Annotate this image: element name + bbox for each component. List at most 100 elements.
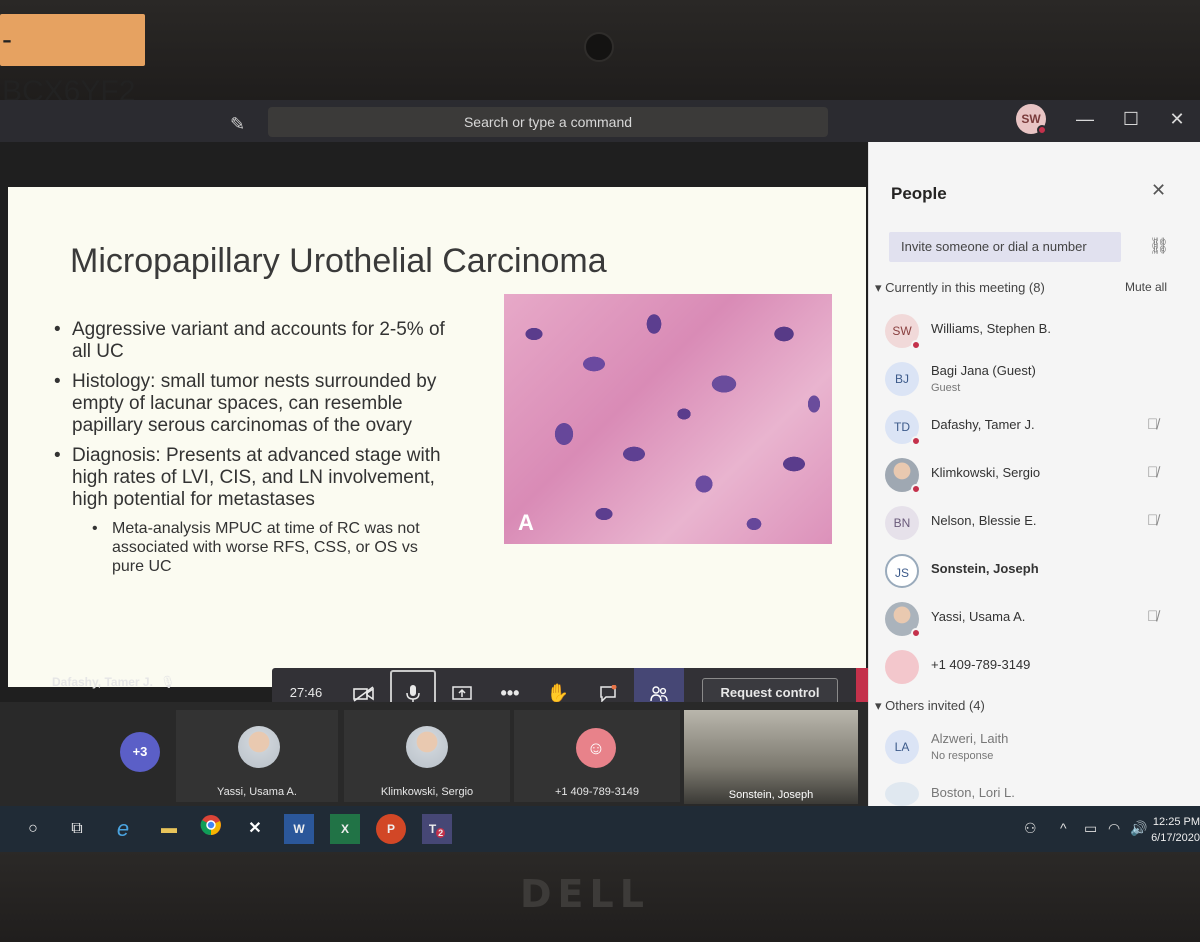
participant-name: +1 409-789-3149	[931, 657, 1031, 672]
battery-icon[interactable]: ▭	[1084, 820, 1097, 837]
others-section-header[interactable]: ▾ Others invited (4)	[875, 698, 985, 714]
presence-busy-icon	[911, 436, 921, 446]
participant-gallery: +3 Yassi, Usama A. Klimkowski, Sergio ☺ …	[0, 702, 868, 806]
volume-icon[interactable]: 🔊	[1130, 820, 1147, 837]
participant-avatar: LA	[885, 730, 919, 764]
slide-bullets: Aggressive variant and accounts for 2-5%…	[54, 319, 454, 584]
participant-row[interactable]: +1 409-789-3149	[885, 648, 1185, 688]
windows-taskbar: ○ ⧉ e ▬ ✕ W X P T2 ⚇ ^ ▭ ◠ 🔊 12:25 PM 6/…	[0, 806, 1200, 852]
participant-photo	[885, 602, 921, 638]
current-section-label: Currently in this meeting (8)	[885, 280, 1045, 295]
file-explorer-icon[interactable]: ▬	[154, 814, 184, 844]
edge-icon[interactable]: e	[108, 814, 138, 844]
participant-row[interactable]: JS Sonstein, Joseph	[885, 552, 1185, 592]
close-button[interactable]: ✕	[1162, 104, 1192, 134]
participant-photo	[238, 726, 280, 768]
meeting-stage: Micropapillary Urothelial Carcinoma Aggr…	[0, 142, 908, 718]
excel-icon[interactable]: X	[330, 814, 360, 844]
mic-off-icon: 🎙̸	[1147, 608, 1159, 625]
room-video-tile[interactable]: Sonstein, Joseph	[684, 710, 858, 804]
task-view-icon[interactable]: ⧉	[62, 814, 92, 844]
chevron-up-icon[interactable]: ^	[1060, 820, 1067, 836]
presenter-name: Dafashy, Tamer J.	[52, 675, 153, 689]
participant-tile[interactable]: Klimkowski, Sergio	[344, 710, 510, 802]
avatar-initials: BN	[893, 516, 911, 530]
teams-badge: 2	[436, 828, 446, 839]
participant-photo	[885, 458, 921, 494]
photo-of-laptop: -BCX6YF2 ✎ Search or type a command SW —…	[0, 0, 1200, 942]
mic-off-icon: 🎙̸	[1147, 512, 1159, 529]
invite-input[interactable]: Invite someone or dial a number	[889, 232, 1121, 262]
slide-title: Micropapillary Urothelial Carcinoma	[70, 242, 607, 280]
invited-row[interactable]: LA Alzweri, Laith No response	[885, 728, 1185, 768]
avatar-initials: JS	[894, 566, 909, 580]
wifi-icon[interactable]: ◠	[1108, 820, 1120, 837]
chevron-down-icon: ▾	[875, 280, 882, 295]
others-section-label: Others invited (4)	[885, 698, 985, 713]
user-initials: SW	[1021, 112, 1041, 126]
mic-off-icon: 🎙̸	[1147, 464, 1159, 481]
presence-busy-icon	[1037, 125, 1047, 135]
chrome-icon[interactable]	[196, 814, 226, 844]
image-panel-label: A	[518, 510, 534, 535]
webcam	[584, 32, 614, 62]
participant-name: Alzweri, Laith	[931, 731, 1009, 746]
current-section-header[interactable]: ▾ Currently in this meeting (8)	[875, 280, 1045, 296]
link-icon[interactable]: ⛓	[1149, 236, 1169, 256]
avatar-initials: LA	[894, 740, 910, 754]
participant-name: Dafashy, Tamer J.	[931, 417, 1035, 432]
participant-avatar	[885, 650, 919, 684]
maximize-button[interactable]: ☐	[1116, 104, 1146, 134]
presenter-name-label: Dafashy, Tamer J. 🎙	[52, 675, 176, 689]
chevron-down-icon: ▾	[875, 698, 882, 713]
mic-off-icon: 🎙̸	[1147, 416, 1159, 433]
asset-tag-sticker: -BCX6YF2	[0, 14, 145, 108]
command-search-input[interactable]: Search or type a command	[268, 107, 828, 137]
system-clock[interactable]: 12:25 PM 6/17/2020	[1150, 814, 1200, 846]
avatar-initials: TD	[894, 420, 910, 434]
participant-avatar: BJ	[885, 362, 919, 396]
participant-row[interactable]: SW Williams, Stephen B.	[885, 312, 1185, 352]
participant-avatar: SW	[885, 314, 921, 350]
teams-icon[interactable]: T2	[422, 814, 452, 844]
more-participants-button[interactable]: +3	[120, 732, 160, 772]
slide-bullet: Diagnosis: Presents at advanced stage wi…	[54, 445, 454, 511]
participant-name: Klimkowski, Sergio	[931, 465, 1041, 480]
participant-name: Yassi, Usama A.	[931, 609, 1026, 624]
shared-slide: Micropapillary Urothelial Carcinoma Aggr…	[8, 187, 866, 687]
participant-tile-name: +1 409-789-3149	[554, 786, 640, 798]
participant-avatar	[885, 782, 919, 806]
presence-busy-icon	[911, 484, 921, 494]
teams-window: ✎ Search or type a command SW — ☐ ✕ Micr…	[0, 100, 1200, 852]
presence-busy-icon	[911, 628, 921, 638]
app-x-icon[interactable]: ✕	[240, 814, 270, 844]
participant-avatar: BN	[885, 506, 919, 540]
people-tray-icon[interactable]: ⚇	[1024, 820, 1037, 837]
participant-tile[interactable]: ☺ +1 409-789-3149	[514, 710, 680, 802]
participant-row[interactable]: Yassi, Usama A. 🎙̸	[885, 600, 1185, 640]
participant-row[interactable]: TD Dafashy, Tamer J. 🎙̸	[885, 408, 1185, 448]
mute-all-button[interactable]: Mute all	[1125, 280, 1167, 294]
participant-tile-name: Sonstein, Joseph	[728, 789, 814, 801]
powerpoint-icon[interactable]: P	[376, 814, 406, 844]
participant-avatar: TD	[885, 410, 921, 446]
user-avatar[interactable]: SW	[1016, 104, 1047, 135]
minimize-button[interactable]: —	[1070, 104, 1100, 134]
cortana-icon[interactable]: ○	[18, 814, 48, 844]
presence-busy-icon	[911, 340, 921, 350]
title-bar: ✎ Search or type a command SW — ☐ ✕	[0, 100, 1200, 142]
word-icon[interactable]: W	[284, 814, 314, 844]
participant-name: Williams, Stephen B.	[931, 321, 1051, 336]
people-panel: People ✕ Invite someone or dial a number…	[868, 142, 1200, 806]
slide-bullet: Histology: small tumor nests surrounded …	[54, 371, 454, 437]
participant-row[interactable]: BJ Bagi Jana (Guest) Guest	[885, 360, 1185, 400]
close-icon[interactable]: ✕	[1151, 180, 1166, 201]
compose-icon[interactable]: ✎	[230, 114, 250, 134]
brand-logo: DELL	[520, 872, 650, 916]
participant-row[interactable]: BN Nelson, Blessie E. 🎙̸	[885, 504, 1185, 544]
participant-tile[interactable]: Yassi, Usama A.	[176, 710, 338, 802]
phone-user-icon: ☺	[576, 728, 616, 768]
participant-row[interactable]: Klimkowski, Sergio 🎙̸	[885, 456, 1185, 496]
participant-tile-name: Yassi, Usama A.	[217, 786, 297, 798]
participant-role: Guest	[931, 382, 961, 394]
